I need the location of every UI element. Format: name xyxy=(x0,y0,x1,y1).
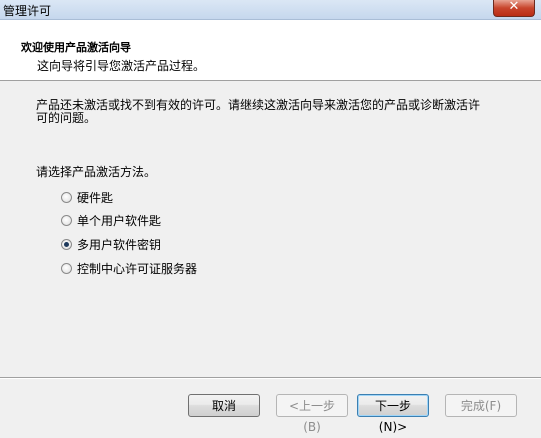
footer-divider xyxy=(0,377,541,379)
option-label: 多用户软件密钥 xyxy=(77,237,162,252)
option-label: 单个用户软件匙 xyxy=(77,213,162,228)
close-icon: ✕ xyxy=(508,0,520,14)
radio-button[interactable] xyxy=(61,262,72,274)
finish-button[interactable]: 完成(F) xyxy=(445,394,517,417)
option-multi-user-software-key[interactable]: 多用户软件密钥 xyxy=(61,236,161,252)
wizard-body: 产品还未激活或找不到有效的许可。请继续这激活向导来激活您的产品或诊断激活许可的问… xyxy=(0,81,541,378)
wizard-header: 欢迎使用产品激活向导 这向导将引导您激活产品过程。 xyxy=(0,20,541,81)
window-title: 管理许可 xyxy=(3,4,52,18)
radio-button-selected[interactable] xyxy=(61,238,72,250)
wizard-subtitle: 这向导将引导您激活产品过程。 xyxy=(37,59,206,73)
title-bar: 管理许可 ✕ xyxy=(0,0,541,20)
cancel-button[interactable]: 取消 xyxy=(188,394,260,417)
method-prompt: 请选择产品激活方法。 xyxy=(36,165,157,179)
next-button[interactable]: 下一步(N)> xyxy=(357,394,429,434)
back-button[interactable]: <上一步(B) xyxy=(276,394,348,434)
option-license-server[interactable]: 控制中心许可证服务器 xyxy=(61,260,197,276)
option-hardware-key[interactable]: 硬件匙 xyxy=(61,189,113,205)
option-single-user-software-key[interactable]: 单个用户软件匙 xyxy=(61,212,161,228)
radio-button[interactable] xyxy=(61,214,72,226)
radio-button[interactable] xyxy=(61,191,72,203)
activation-description: 产品还未激活或找不到有效的许可。请继续这激活向导来激活您的产品或诊断激活许可的问… xyxy=(36,98,481,125)
option-label: 控制中心许可证服务器 xyxy=(77,261,198,276)
option-label: 硬件匙 xyxy=(77,190,114,205)
wizard-title: 欢迎使用产品激活向导 xyxy=(21,41,131,54)
close-button[interactable]: ✕ xyxy=(493,0,535,17)
